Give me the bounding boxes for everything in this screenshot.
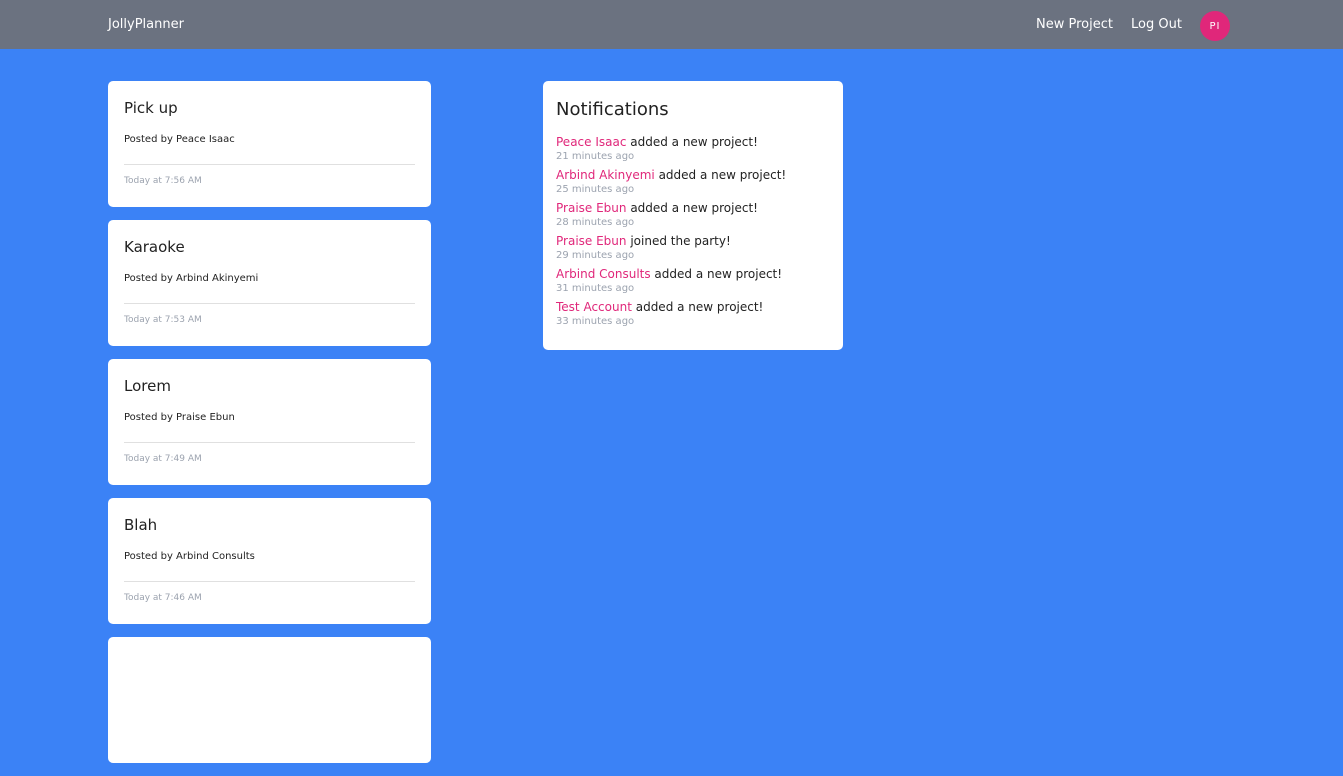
project-title: Blah (124, 516, 158, 534)
notification-text: Praise Ebun joined the party! (556, 234, 830, 249)
notification-time: 28 minutes ago (556, 217, 635, 228)
notification-time: 33 minutes ago (556, 316, 635, 327)
notifications-panel: Notifications Peace Isaac added a new pr… (543, 81, 843, 350)
notification-user: Arbind Consults (556, 267, 651, 281)
notification-action: joined the party! (626, 234, 731, 248)
notification-item: Praise Ebun added a new project! 28 minu… (556, 201, 830, 230)
notification-action: added a new project! (626, 201, 758, 215)
notification-user: Praise Ebun (556, 234, 627, 248)
new-project-link[interactable]: New Project (1036, 17, 1113, 32)
notification-action: added a new project! (654, 168, 787, 182)
notification-action: added a new project! (650, 267, 783, 281)
project-author: Posted by Praise Ebun (124, 412, 235, 423)
notification-time: 31 minutes ago (556, 283, 635, 294)
project-date: Today at 7:49 AM (124, 454, 202, 464)
project-author: Posted by Arbind Consults (124, 551, 255, 562)
notification-user: Arbind Akinyemi (556, 168, 655, 182)
notification-time: 21 minutes ago (556, 151, 635, 162)
project-author: Posted by Arbind Akinyemi (124, 273, 259, 284)
notification-text: Test Account added a new project! (556, 300, 830, 315)
notification-text: Peace Isaac added a new project! (556, 135, 830, 150)
logout-link[interactable]: Log Out (1131, 17, 1182, 32)
notification-item: Test Account added a new project! 33 min… (556, 300, 830, 329)
notification-time: 29 minutes ago (556, 250, 635, 261)
notification-item: Praise Ebun joined the party! 29 minutes… (556, 234, 830, 263)
project-card[interactable] (108, 637, 431, 763)
notification-action: added a new project! (626, 135, 758, 149)
navbar: JollyPlanner New Project Log Out PI (0, 0, 1343, 49)
project-date: Today at 7:46 AM (124, 593, 202, 603)
notification-user: Test Account (556, 300, 632, 314)
notification-action: added a new project! (631, 300, 764, 314)
divider (124, 164, 415, 165)
notification-item: Peace Isaac added a new project! 21 minu… (556, 135, 830, 164)
divider (124, 303, 415, 304)
project-date: Today at 7:56 AM (124, 176, 202, 186)
project-date: Today at 7:53 AM (124, 315, 202, 325)
notification-time: 25 minutes ago (556, 184, 635, 195)
notification-item: Arbind Consults added a new project! 31 … (556, 267, 830, 296)
notification-text: Praise Ebun added a new project! (556, 201, 830, 216)
avatar[interactable]: PI (1200, 11, 1230, 41)
notification-user: Praise Ebun (556, 201, 627, 215)
notification-item: Arbind Akinyemi added a new project! 25 … (556, 168, 830, 197)
project-list: Pick up Posted by Peace Isaac Today at 7… (108, 81, 431, 776)
project-card[interactable]: Lorem Posted by Praise Ebun Today at 7:4… (108, 359, 431, 485)
project-title: Karaoke (124, 238, 185, 256)
notification-user: Peace Isaac (556, 135, 627, 149)
divider (124, 581, 415, 582)
notification-text: Arbind Consults added a new project! (556, 267, 830, 282)
project-title: Pick up (124, 99, 178, 117)
divider (124, 442, 415, 443)
project-card[interactable]: Pick up Posted by Peace Isaac Today at 7… (108, 81, 431, 207)
project-title: Lorem (124, 377, 171, 395)
notifications-title: Notifications (556, 99, 669, 120)
project-card[interactable]: Blah Posted by Arbind Consults Today at … (108, 498, 431, 624)
brand-logo[interactable]: JollyPlanner (108, 17, 184, 32)
project-author: Posted by Peace Isaac (124, 134, 235, 145)
notification-text: Arbind Akinyemi added a new project! (556, 168, 830, 183)
project-card[interactable]: Karaoke Posted by Arbind Akinyemi Today … (108, 220, 431, 346)
